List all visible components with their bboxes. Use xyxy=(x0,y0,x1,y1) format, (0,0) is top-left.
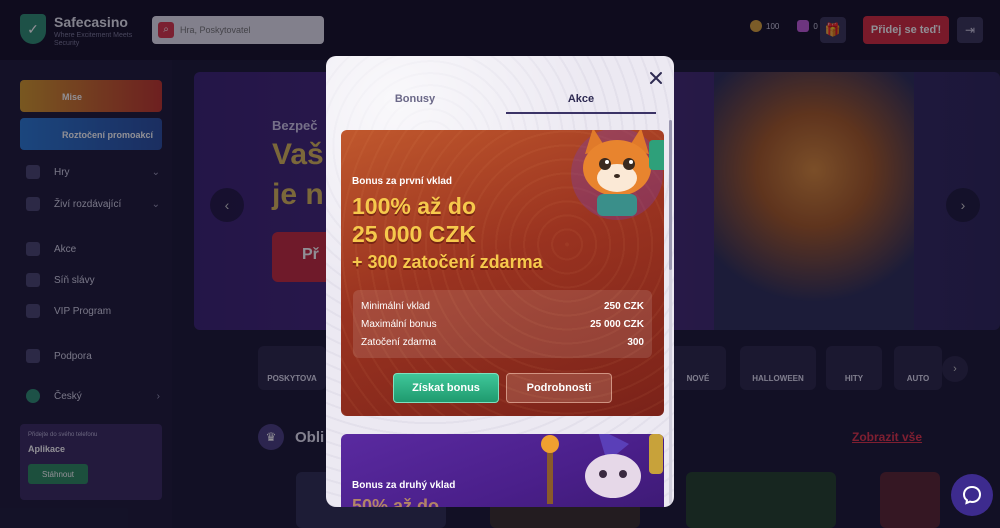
chat-icon xyxy=(962,485,982,505)
row-value: 300 xyxy=(627,337,644,348)
row-label: Maximální bonus xyxy=(361,319,437,330)
scrollbar-thumb[interactable] xyxy=(669,120,672,270)
live-chat-button[interactable] xyxy=(951,474,993,516)
bonus-headline-3: + 300 zatočení zdarma xyxy=(352,252,543,272)
row-label: Zatočení zdarma xyxy=(361,337,437,348)
tab-bonuses[interactable]: Bonusy xyxy=(340,88,490,114)
min-deposit-row: Minimální vklad 250 CZK xyxy=(361,301,644,315)
wizard-mascot-image xyxy=(541,434,663,504)
fox-mascot-image xyxy=(571,130,664,220)
claim-bonus-button[interactable]: Získat bonus xyxy=(393,373,499,403)
bonus-headline-2: 25 000 CZK xyxy=(352,221,477,247)
second-deposit-bonus-card: Bonus za druhý vklad 50% až do xyxy=(341,434,664,507)
row-value: 250 CZK xyxy=(603,301,644,312)
free-spins-row: Zatočení zdarma 300 xyxy=(361,337,644,351)
bonus-headline-1: 100% až do xyxy=(352,193,476,219)
details-button[interactable]: Podrobnosti xyxy=(506,373,612,403)
scrollbar[interactable] xyxy=(669,120,672,504)
bonus-subtitle: Bonus za první vklad xyxy=(352,176,453,187)
bonus-subtitle: Bonus za druhý vklad xyxy=(352,480,456,491)
max-bonus-row: Maximální bonus 25 000 CZK xyxy=(361,319,644,333)
bonus-headline-1: 50% až do xyxy=(352,496,440,507)
first-deposit-bonus-card: Bonus za první vklad 100% až do 25 000 C… xyxy=(341,130,664,416)
tab-promotions[interactable]: Akce xyxy=(506,88,656,114)
bonus-details-box: Minimální vklad 250 CZK Maximální bonus … xyxy=(353,290,652,358)
close-icon xyxy=(650,72,662,84)
row-value: 25 000 CZK xyxy=(590,319,644,330)
row-label: Minimální vklad xyxy=(361,301,430,312)
promotions-modal: Bonusy Akce Bonus za první vklad 100% až… xyxy=(326,56,674,507)
modal-tabs: Bonusy Akce xyxy=(340,88,658,114)
close-button[interactable] xyxy=(646,68,666,88)
